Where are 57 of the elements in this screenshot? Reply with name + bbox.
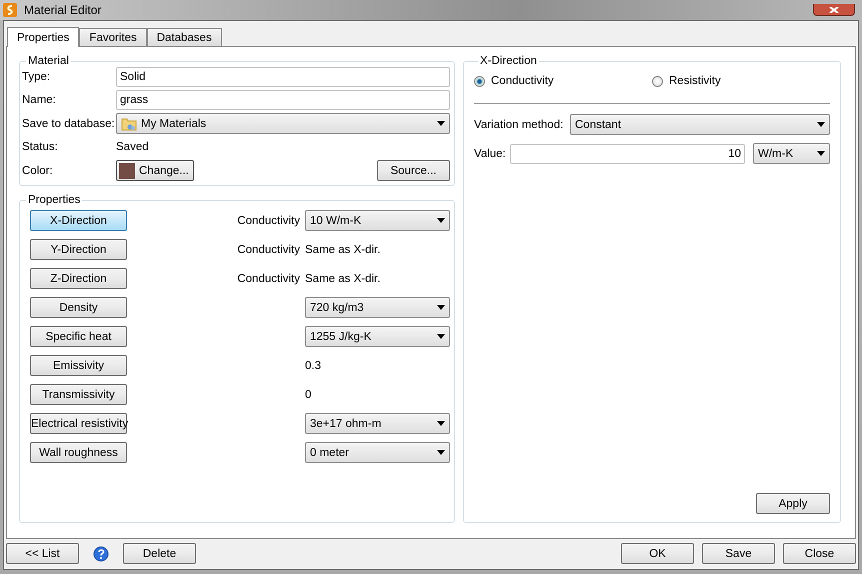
property-button[interactable]: Emissivity xyxy=(30,355,127,376)
group-title: X-Direction xyxy=(479,55,538,67)
delete-button[interactable]: Delete xyxy=(123,543,196,564)
field-label: Type: xyxy=(22,71,52,83)
value-dropdown[interactable]: 1255 J/kg-K xyxy=(305,326,450,347)
value-dropdown[interactable]: 3e+17 ohm-m xyxy=(305,413,450,434)
group-title: Material xyxy=(27,55,70,67)
property-button[interactable]: Specific heat xyxy=(30,326,127,347)
property-label: Conductivity xyxy=(237,244,300,256)
value-dropdown[interactable]: 0 meter xyxy=(305,442,450,463)
close-icon xyxy=(829,6,839,12)
dialog-button[interactable]: Close xyxy=(783,543,856,564)
help-icon[interactable] xyxy=(93,546,109,562)
dialog-button[interactable]: Save xyxy=(702,543,775,564)
property-value: Same as X-dir. xyxy=(305,272,380,284)
radio-option[interactable]: Resistivity xyxy=(652,75,830,87)
property-button[interactable]: Y-Direction xyxy=(30,239,127,260)
group-title: Properties xyxy=(27,194,82,206)
field-label: Value: xyxy=(474,148,507,160)
status-value: Saved xyxy=(116,141,149,153)
database-dropdown[interactable]: My Materials xyxy=(116,113,450,134)
field-label: Variation method: xyxy=(474,118,564,130)
change-color-button[interactable]: Change... xyxy=(116,160,194,181)
close-button[interactable] xyxy=(813,4,855,16)
value-dropdown[interactable]: 720 kg/m3 xyxy=(305,297,450,318)
apply-button[interactable]: Apply xyxy=(756,493,830,514)
name-field[interactable]: grass xyxy=(116,90,450,110)
tab[interactable]: Favorites xyxy=(79,28,147,46)
source-button[interactable]: Source... xyxy=(377,160,450,181)
property-button[interactable]: Electrical resistivity xyxy=(30,413,127,434)
property-value: Same as X-dir. xyxy=(305,244,380,256)
window-title: Material Editor xyxy=(24,3,102,17)
property-value: 0.3 xyxy=(305,360,321,372)
field-label: Save to database: xyxy=(22,118,116,130)
property-button[interactable]: Z-Direction xyxy=(30,268,127,289)
variation-dropdown[interactable]: Constant xyxy=(570,114,830,135)
field-label: Status: xyxy=(22,141,59,153)
property-label: Conductivity xyxy=(237,272,300,284)
value-field[interactable]: 10 xyxy=(510,144,745,164)
folder-icon xyxy=(121,116,137,130)
value-dropdown[interactable]: 10 W/m-K xyxy=(305,210,450,231)
property-value: 0 xyxy=(305,388,312,400)
property-button[interactable]: Wall roughness xyxy=(30,442,127,463)
property-label: Conductivity xyxy=(237,214,300,226)
property-button[interactable]: Transmissivity xyxy=(30,384,127,405)
property-button[interactable]: X-Direction xyxy=(30,210,127,231)
tab[interactable]: Properties xyxy=(7,27,80,47)
radio-option[interactable]: Conductivity xyxy=(474,75,652,87)
type-field[interactable]: Solid xyxy=(116,67,450,87)
property-button[interactable]: Density xyxy=(30,297,127,318)
unit-dropdown[interactable]: W/m-K xyxy=(753,143,830,164)
list-button[interactable]: << List xyxy=(6,543,79,564)
field-label: Color: xyxy=(22,164,54,176)
tab[interactable]: Databases xyxy=(146,28,222,46)
field-label: Name: xyxy=(22,94,57,106)
app-icon xyxy=(2,2,18,18)
dialog-button[interactable]: OK xyxy=(621,543,694,564)
